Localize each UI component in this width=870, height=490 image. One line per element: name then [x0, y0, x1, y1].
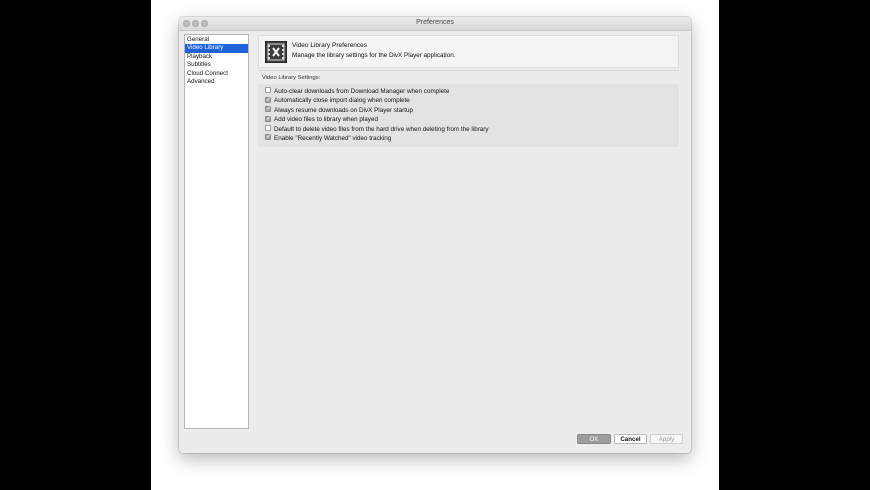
checkbox[interactable] — [265, 95, 271, 104]
panel-title: Video Library Preferences — [292, 42, 368, 49]
settings-group-label: Video Library Settings: — [262, 75, 321, 81]
option-resume-downloads[interactable]: Always resume downloads on DivX Player s… — [265, 104, 413, 115]
title-bar[interactable]: Preferences — [179, 17, 691, 31]
video-library-icon — [265, 41, 287, 63]
option-auto-clear-downloads[interactable]: Auto-clear downloads from Download Manag… — [265, 87, 449, 96]
option-add-played-files[interactable]: Add video files to library when played — [265, 114, 378, 124]
settings-group: Auto-clear downloads from Download Manag… — [258, 84, 679, 147]
preferences-window: Preferences General Video Library Playba… — [179, 17, 691, 453]
panel-description: Manage the library settings for the DivX… — [292, 52, 456, 59]
option-label: Enable "Recently Watched" video tracking — [274, 135, 392, 142]
sidebar: General Video Library Playback Subtitles… — [184, 34, 249, 429]
ok-button[interactable]: OK — [577, 434, 611, 444]
checkbox[interactable] — [265, 132, 271, 141]
option-label: Always resume downloads on DivX Player s… — [274, 106, 413, 114]
panel-header: Video Library Preferences Manage the lib… — [258, 35, 679, 68]
option-label: Auto-clear downloads from Download Manag… — [274, 88, 450, 95]
checkbox[interactable] — [265, 104, 271, 113]
cancel-button[interactable]: Cancel — [614, 434, 647, 444]
checkbox[interactable] — [265, 114, 271, 123]
option-recently-watched[interactable]: Enable "Recently Watched" video tracking — [265, 132, 392, 143]
sidebar-item-advanced[interactable]: Advanced — [185, 78, 248, 86]
option-auto-close-import[interactable]: Automatically close import dialog when c… — [265, 95, 410, 105]
sidebar-item-general[interactable]: General — [185, 36, 248, 44]
option-label: Add video files to library when played — [274, 116, 378, 124]
option-delete-from-drive[interactable]: Default to delete video files from the h… — [265, 124, 489, 134]
sidebar-item-playback[interactable]: Playback — [185, 53, 248, 61]
checkbox[interactable] — [265, 124, 271, 131]
checkbox[interactable] — [265, 87, 271, 94]
header-divider — [258, 70, 679, 71]
window-title: Preferences — [416, 19, 454, 26]
sidebar-item-subtitles[interactable]: Subtitles — [185, 61, 248, 69]
sidebar-item-cloud-connect[interactable]: Cloud Connect — [185, 70, 248, 78]
apply-button[interactable]: Apply — [650, 434, 683, 444]
option-label: Automatically close import dialog when c… — [274, 97, 410, 105]
option-label: Default to delete video files from the h… — [274, 125, 489, 133]
sidebar-item-video-library[interactable]: Video Library — [185, 44, 248, 53]
